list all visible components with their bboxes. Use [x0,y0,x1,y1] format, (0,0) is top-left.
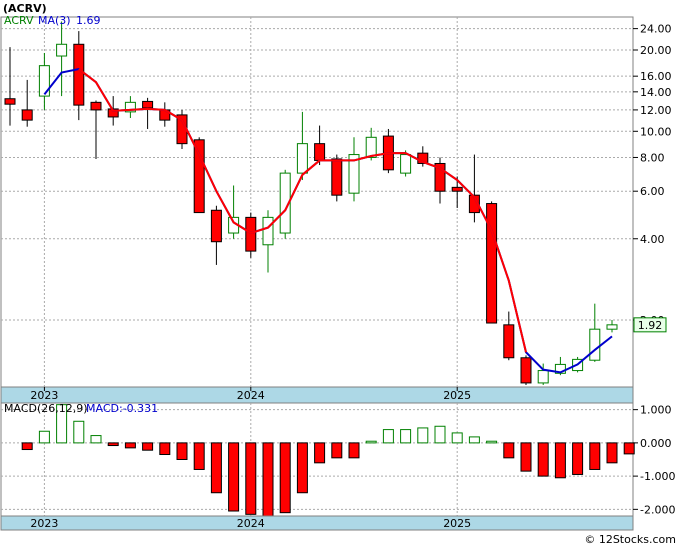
price-year-label: 2025 [443,389,471,402]
watermark: © 12Stocks.com [584,533,676,546]
candle-body [606,324,618,330]
candle-body [21,109,33,121]
macd-tick-label: -1.000 [640,470,675,483]
stock-chart: (ACRV) 24.0020.0016.0014.0012.0010.008.0… [0,2,676,546]
macd-bar-negative [348,442,360,459]
candle-body [142,100,154,109]
macd-year-label: 2024 [237,517,265,530]
candle-body [451,186,463,192]
macd-bar-negative [503,442,515,459]
price-tag-value: 1.92 [638,319,663,332]
candle-body [210,209,222,243]
candle-body [193,139,205,214]
macd-bar-positive [486,440,498,444]
macd-bar-negative [159,442,171,456]
macd-year-label: 2025 [443,517,471,530]
price-plot-area [0,16,634,388]
macd-bar-negative [554,442,566,479]
macd-bar-positive [451,432,463,444]
candle-body [245,216,257,252]
candle-body [503,324,515,359]
candle-body [537,370,549,384]
macd-tick-label: 1.000 [640,404,672,417]
price-panel: 24.00 20.00 16.00 14.00 12.00 10.00 8.00 6.00 4.… [0,14,672,404]
macd-bar-negative [210,442,222,494]
macd-bar-negative [262,442,274,517]
price-tick-label: 10.00 [640,125,672,138]
price-tick-label: 8.00 [640,151,665,164]
macd-bar-positive [434,425,446,444]
macd-bar-positive [73,420,85,444]
candle-body [520,357,532,384]
macd-bar-negative [21,442,33,451]
price-tick-label: 4.00 [640,233,665,246]
macd-bar-negative [296,442,308,494]
ma-value: 1.69 [76,14,101,27]
macd-bar-negative [228,442,240,512]
candle-body [589,328,601,361]
macd-bar-positive [90,435,102,444]
macd-bar-negative [331,442,343,459]
macd-bar-positive [417,427,429,444]
macd-bar-positive [400,429,412,444]
macd-bar-positive [365,440,377,444]
down-candle [486,201,498,324]
price-tick-label: 14.00 [640,86,672,99]
down-candle [520,355,532,385]
candle-body [4,98,16,105]
macd-bar-negative [589,442,601,470]
down-candle [331,154,343,202]
candle-body [73,43,85,106]
macd-bar-negative [520,442,532,472]
candle-body [262,216,274,246]
macd-tick-label: -2.000 [640,503,675,516]
symbol-label: ACRV [4,14,34,27]
price-tag: 1.92 [633,317,667,333]
price-tick-label: 12.00 [640,104,672,117]
price-tick-label: 20.00 [640,44,672,57]
candle-body [400,154,412,174]
price-date-band [0,386,634,404]
macd-bar-negative [314,442,326,464]
macd-bar-negative [537,442,549,477]
macd-tick-label: 0.000 [640,437,672,450]
price-tick-label: 16.00 [640,70,672,83]
candle-body [314,143,326,161]
price-y-axis: 24.00 20.00 16.00 14.00 12.00 10.00 8.00 6.00 4.… [633,23,672,327]
macd-value-label: MACD:-0.331 [86,402,158,415]
candle-body [296,143,308,174]
macd-bar-positive [38,430,50,444]
macd-bar-negative [176,442,188,461]
price-year-label: 2023 [30,389,58,402]
macd-bar-negative [107,442,119,447]
macd-label: MACD(26,12,9) [4,402,88,415]
macd-panel: 1.000 0.000 -1.000 -2.000 2023 2024 2025 MACD… [0,402,675,531]
candle-body [56,43,68,57]
macd-bar-negative [245,442,257,515]
macd-bar-negative [279,442,291,514]
price-tick-label: 6.00 [640,185,665,198]
down-candle [245,212,257,258]
ma-label: MA(3) [38,14,71,27]
candle-body [90,101,102,111]
macd-bar-negative [572,442,584,475]
macd-bar-negative [623,442,635,455]
price-year-label: 2024 [237,389,265,402]
macd-bar-negative [142,442,154,451]
macd-bar-positive [382,429,394,444]
macd-year-label: 2023 [30,517,58,530]
macd-y-axis: 1.000 0.000 -1.000 -2.000 [633,404,675,516]
candle-body [331,158,343,196]
macd-bar-negative [193,442,205,470]
down-candle [382,128,394,174]
price-tick-label: 24.00 [640,23,672,36]
macd-bar-negative [606,442,618,464]
macd-bar-negative [124,442,136,449]
macd-bar-positive [468,436,480,444]
down-candle [176,109,188,149]
macd-date-band [0,515,634,531]
